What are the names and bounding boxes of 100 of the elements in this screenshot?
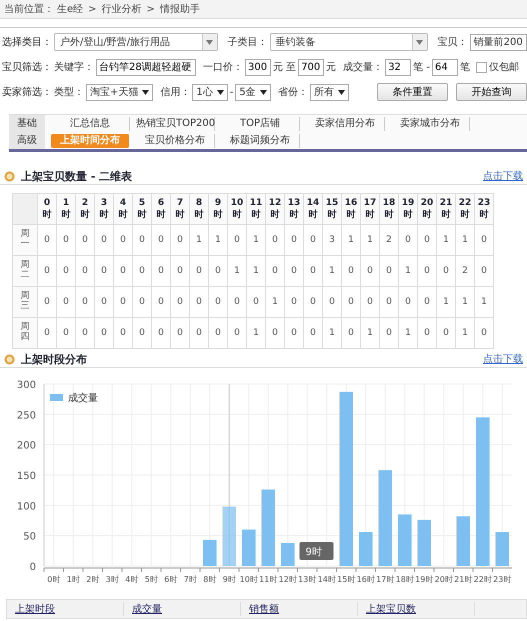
column-header: 6 时 <box>152 194 170 224</box>
table-cell: 0 <box>132 256 152 286</box>
table-cell: 0 <box>94 286 114 318</box>
table-cell: 1 <box>436 286 456 318</box>
bar[interactable] <box>378 470 392 566</box>
table-cell: 0 <box>380 318 398 348</box>
province-select[interactable]: 所有 <box>310 84 349 100</box>
price-max-field[interactable]: 700 <box>298 58 324 76</box>
item-filter-label: 宝贝筛选： <box>2 60 52 74</box>
tab[interactable]: 标题词频分布 <box>221 134 300 148</box>
query-button[interactable]: 开始查询 <box>456 83 527 101</box>
axis-label: 12时 <box>278 575 297 584</box>
table-cell: 0 <box>246 286 266 318</box>
bar[interactable] <box>262 490 275 566</box>
section-title: 上架宝贝数量 - 二维表 <box>21 168 132 184</box>
tab[interactable]: 热销宝贝TOP200 <box>136 116 215 130</box>
breadcrumb-separator: > <box>88 4 97 14</box>
free-shipping-checkbox[interactable] <box>476 62 487 72</box>
item-label: 宝贝： <box>438 36 468 49</box>
table-cell: 0 <box>170 318 190 348</box>
column-header-link[interactable]: 成交量 <box>124 602 241 616</box>
table-cell: 0 <box>266 224 284 256</box>
bar[interactable] <box>496 532 509 566</box>
bar[interactable] <box>398 514 412 566</box>
axis-label: 10时 <box>240 575 258 584</box>
bar[interactable] <box>222 506 236 566</box>
caret-icon <box>206 40 214 44</box>
table-cell: 1 <box>246 224 266 256</box>
bar[interactable] <box>418 520 431 566</box>
table-cell: 1 <box>360 318 380 348</box>
column-header: 13 时 <box>284 194 304 224</box>
column-header-link[interactable]: 上架时段 <box>7 602 124 616</box>
table-cell: 0 <box>132 286 152 318</box>
tab[interactable]: TOP店铺 <box>221 116 300 130</box>
table-cell: 0 <box>342 256 360 286</box>
axis-label: 200 <box>16 440 36 452</box>
table-cell: 2 <box>380 224 398 256</box>
table-cell: 0 <box>436 318 456 348</box>
table-cell: 1 <box>190 224 208 256</box>
credit-max-select[interactable]: 5金 <box>235 84 271 100</box>
volume-max-field[interactable]: 64 <box>432 58 458 76</box>
table-cell: 0 <box>114 256 132 286</box>
volume-min-field[interactable]: 32 <box>385 58 412 76</box>
bar[interactable] <box>359 532 372 566</box>
download-link[interactable]: 点击下载 <box>483 352 523 366</box>
table-cell: 1 <box>342 224 360 256</box>
category-label: 选择类目： <box>2 36 52 49</box>
table-cell: 0 <box>38 318 56 348</box>
tab[interactable]: 宝贝价格分布 <box>136 134 215 148</box>
tooltip: 9时 <box>300 542 334 560</box>
subcategory-dropdown[interactable]: 垂钓装备 <box>270 33 428 51</box>
table-cell: 0 <box>170 224 190 256</box>
axis-label: 11时 <box>259 575 278 584</box>
bar[interactable] <box>242 530 256 566</box>
volume-unit: 笔 <box>460 61 470 74</box>
table-cell: 0 <box>360 256 380 286</box>
table-cell: 0 <box>228 286 246 318</box>
table-cell: 0 <box>208 286 228 318</box>
column-header: 2 时 <box>76 194 94 224</box>
column-header-link[interactable]: 销售额 <box>241 602 358 616</box>
price-min-field[interactable]: 300 <box>245 58 271 76</box>
column-header: 17 时 <box>360 194 380 224</box>
breadcrumb-link[interactable]: 生e经 <box>57 2 84 16</box>
table-cell: 0 <box>38 224 56 256</box>
column-header: 12 时 <box>266 194 284 224</box>
section-title: 上架时段分布 <box>21 352 87 366</box>
column-header: 20 时 <box>418 194 436 224</box>
bar[interactable] <box>476 417 490 566</box>
tab[interactable]: 卖家城市分布 <box>391 116 470 130</box>
credit-min-select[interactable]: 1心 <box>192 84 228 100</box>
credit-label: 信用： <box>160 86 190 99</box>
price-label: 一口价： <box>203 61 243 74</box>
tab[interactable]: 汇总信息 <box>51 116 130 130</box>
type-select[interactable]: 淘宝+天猫 <box>86 84 154 100</box>
bar[interactable] <box>281 542 294 566</box>
caret-icon <box>216 90 224 94</box>
axis-label: 18时 <box>396 575 414 584</box>
download-link[interactable]: 点击下载 <box>483 169 523 183</box>
item-select[interactable]: 销量前200 <box>470 34 527 50</box>
tab[interactable]: 卖家信用分布 <box>306 116 385 130</box>
table-cell: 1 <box>246 318 266 348</box>
table-cell: 0 <box>38 286 56 318</box>
row-header: 周三 <box>12 286 38 318</box>
table-cell: 3 <box>322 224 342 256</box>
bar[interactable] <box>203 540 216 566</box>
table-cell: 0 <box>228 318 246 348</box>
bar[interactable] <box>340 392 353 566</box>
credit-separator: - <box>230 86 234 98</box>
table-cell: 0 <box>94 256 114 286</box>
table-cell: 0 <box>436 256 456 286</box>
column-header-link[interactable]: 上架宝贝数 <box>358 602 475 616</box>
breadcrumb-link[interactable]: 行业分析 <box>102 2 142 16</box>
row-header: 周二 <box>12 256 38 286</box>
bar[interactable] <box>456 516 470 566</box>
axis-label: 0 <box>30 562 36 573</box>
query-button[interactable]: 条件重置 <box>376 83 448 101</box>
category-dropdown[interactable]: 户外/登山/野营/旅行用品 <box>54 33 218 51</box>
table-cell: 1 <box>456 286 474 318</box>
keyword-field[interactable]: 台钓竿28调超轻超硬 <box>96 58 196 76</box>
breadcrumb-link[interactable]: 情报助手 <box>160 2 200 16</box>
